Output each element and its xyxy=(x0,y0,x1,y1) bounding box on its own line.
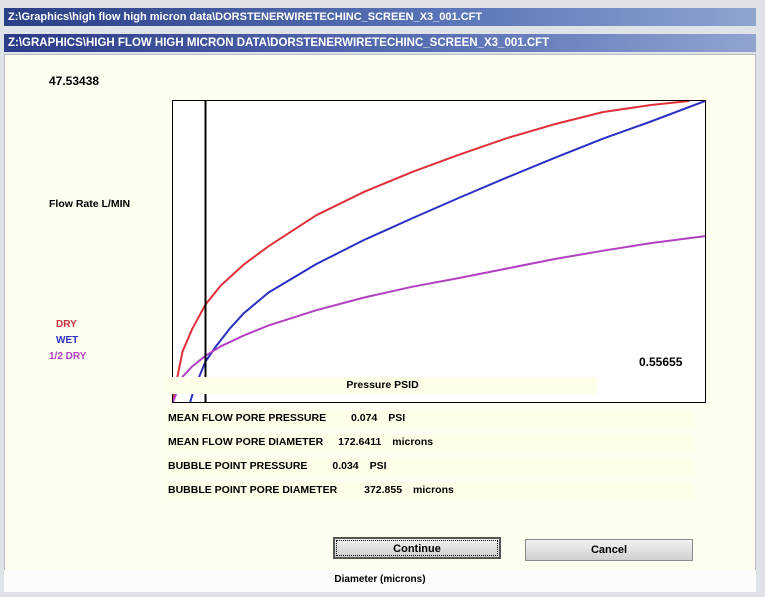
status-bar-diameter-label: Diameter (microns) xyxy=(4,570,756,592)
bp-pressure-label: BUBBLE POINT PRESSURE xyxy=(168,460,308,472)
results-window: 47.53438 Flow Rate L/MIN DRY WET 1/2 DRY… xyxy=(4,54,756,592)
bp-pressure-value: 0.034 xyxy=(332,460,359,472)
mfp-diameter-value: 172.6411 xyxy=(338,436,382,448)
bp-pressure-unit: PSI xyxy=(369,460,387,472)
series-line-dry xyxy=(173,101,690,402)
continue-button[interactable]: Continue xyxy=(333,537,501,559)
x-axis-label: Pressure PSID xyxy=(165,377,597,394)
window-title-upper: Z:\GRAPHICS\HIGH FLOW HIGH MICRON DATA\D… xyxy=(4,34,756,52)
legend-half-dry: 1/2 DRY xyxy=(49,351,87,362)
bp-diameter-value: 372.855 xyxy=(364,484,403,496)
legend-dry: DRY xyxy=(56,319,77,330)
bubble-point-pore-diameter-row: BUBBLE POINT PORE DIAMETER 372.855 micro… xyxy=(165,482,693,499)
mfp-pressure-value: 0.074 xyxy=(351,412,378,424)
legend-wet: WET xyxy=(56,335,79,346)
cancel-button[interactable]: Cancel xyxy=(525,539,693,561)
mfp-diameter-label: MEAN FLOW PORE DIAMETER xyxy=(168,436,324,448)
x-max-label: 0.55655 xyxy=(639,355,683,369)
series-line-wet xyxy=(189,101,705,402)
bp-diameter-unit: microns xyxy=(413,484,454,496)
window-title-path: Z:\Graphics\high flow high micron data\D… xyxy=(4,8,756,26)
mfp-pressure-label: MEAN FLOW PORE PRESSURE xyxy=(168,412,327,424)
chart-canvas xyxy=(173,101,705,402)
mean-flow-pore-pressure-row: MEAN FLOW PORE PRESSURE 0.074 PSI xyxy=(165,410,693,427)
mfp-pressure-unit: PSI xyxy=(388,412,406,424)
bubble-point-pressure-row: BUBBLE POINT PRESSURE 0.034 PSI xyxy=(165,458,693,475)
y-axis-label: Flow Rate L/MIN xyxy=(49,198,131,210)
mfp-diameter-unit: microns xyxy=(392,436,434,448)
bp-diameter-label: BUBBLE POINT PORE DIAMETER xyxy=(168,484,338,496)
mean-flow-pore-diameter-row: MEAN FLOW PORE DIAMETER 172.6411 microns xyxy=(165,434,693,451)
flow-chart xyxy=(172,100,706,403)
y-max-label: 47.53438 xyxy=(49,74,100,88)
